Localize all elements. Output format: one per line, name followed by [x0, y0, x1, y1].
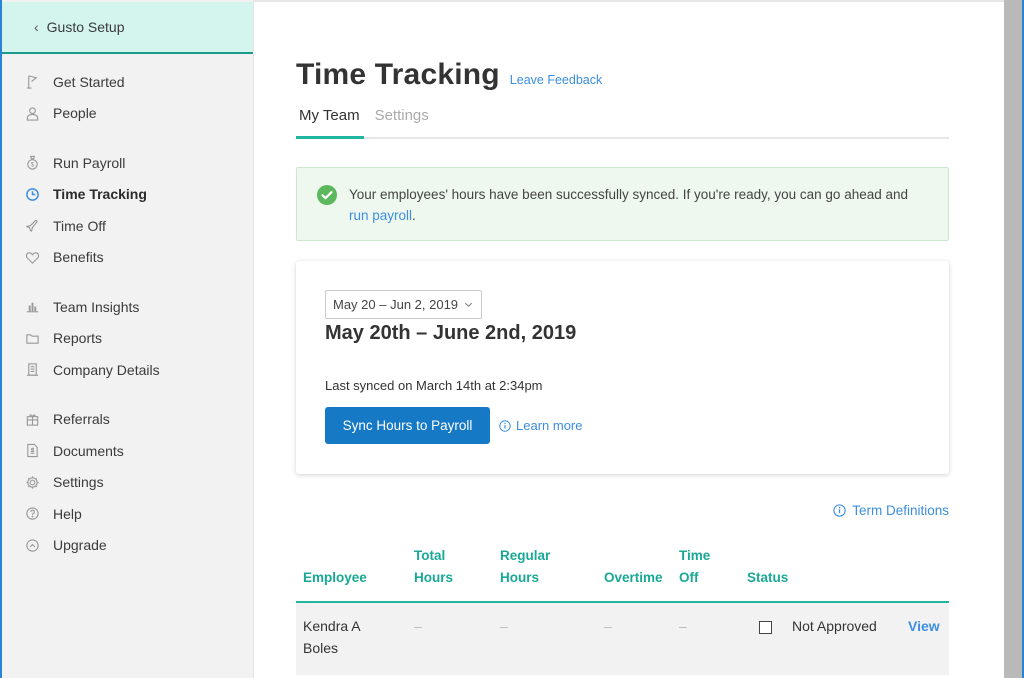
sidebar-item-documents[interactable]: Documents: [2, 435, 253, 467]
time-off-cell: –: [679, 618, 687, 634]
nav-label: Time Off: [53, 217, 106, 234]
tab-settings[interactable]: Settings: [372, 105, 433, 139]
table-row: Kendra A Boles – – – – Not Approved View: [296, 603, 949, 675]
nav-label: Reports: [53, 330, 103, 347]
col-total-hours[interactable]: Total Hours: [414, 545, 453, 589]
scrollbar[interactable]: [1004, 0, 1024, 678]
money-bag-icon: $: [24, 155, 40, 171]
nav-label: Documents: [53, 442, 124, 459]
nav-label: Upgrade: [53, 537, 107, 554]
chevron-down-icon: [465, 302, 472, 307]
nav-label: Benefits: [53, 249, 104, 266]
status-text: Not Approved: [792, 618, 877, 634]
svg-text:$: $: [30, 162, 34, 169]
page-header: Time Tracking Leave Feedback: [296, 58, 602, 92]
nav-group-3: Team Insights Reports Company Details: [2, 291, 253, 386]
run-payroll-link[interactable]: run payroll: [349, 208, 412, 223]
nav-group-1: Get Started People: [2, 66, 253, 129]
nav-group-2: $ Run Payroll Time Tracking Time Off Ben…: [2, 147, 253, 273]
overtime-cell: –: [604, 618, 612, 634]
flag-icon: [24, 74, 40, 90]
alert-text-end: .: [412, 208, 416, 223]
tab-bar: My Team Settings: [296, 105, 949, 139]
total-hours-cell: –: [414, 618, 422, 634]
sidebar-item-referrals[interactable]: Referrals: [2, 404, 253, 436]
bar-chart-icon: [24, 299, 40, 315]
nav-label: Get Started: [53, 73, 125, 90]
pay-period-select[interactable]: May 20 – Jun 2, 2019: [325, 290, 483, 319]
heart-icon: [24, 249, 40, 265]
learn-more-link[interactable]: Learn more: [499, 418, 582, 433]
nav-label: Help: [53, 505, 82, 522]
main-content: Time Tracking Leave Feedback My Team Set…: [255, 2, 1004, 678]
last-synced-text: Last synced on March 14th at 2:34pm: [325, 378, 543, 393]
col-time-off[interactable]: Time Off: [679, 545, 710, 589]
pay-period-card: May 20 – Jun 2, 2019 May 20th – June 2nd…: [296, 261, 949, 474]
employee-name: Kendra A Boles: [303, 618, 361, 656]
nav-label: Time Tracking: [53, 186, 147, 203]
sidebar-item-benefits[interactable]: Benefits: [2, 242, 253, 274]
learn-more-label: Learn more: [516, 418, 583, 433]
info-icon: [499, 419, 511, 432]
alert-message: Your employees' hours have been successf…: [349, 184, 928, 240]
sidebar-item-run-payroll[interactable]: $ Run Payroll: [2, 147, 253, 179]
sidebar-nav: Get Started People $ Run Payroll Time Tr…: [2, 54, 253, 561]
document-icon: [24, 443, 40, 459]
gear-icon: [24, 474, 40, 490]
success-check-icon: [317, 185, 337, 205]
pay-period-value: May 20 – Jun 2, 2019: [333, 297, 459, 312]
approve-checkbox[interactable]: [759, 621, 772, 634]
alert-text: Your employees' hours have been successf…: [349, 187, 909, 202]
sidebar-item-help[interactable]: Help: [2, 498, 253, 530]
view-link[interactable]: View: [908, 615, 940, 637]
nav-label: Referrals: [53, 411, 110, 428]
sidebar-item-settings[interactable]: Settings: [2, 467, 253, 499]
term-definitions-link[interactable]: Term Definitions: [833, 503, 949, 518]
clock-icon: [24, 186, 40, 202]
sync-hours-button[interactable]: Sync Hours to Payroll: [325, 407, 490, 444]
chevron-left-icon: ‹: [34, 19, 39, 35]
hours-table: Employee Total Hours Regular Hours Overtim…: [296, 546, 949, 675]
sidebar-item-time-off[interactable]: Time Off: [2, 210, 253, 242]
col-overtime[interactable]: Overtime: [604, 567, 663, 589]
nav-label: Team Insights: [53, 298, 140, 315]
back-to-gusto-setup[interactable]: ‹ Gusto Setup: [2, 2, 253, 54]
sidebar-item-time-tracking[interactable]: Time Tracking: [2, 179, 253, 211]
term-definitions-label: Term Definitions: [852, 503, 949, 518]
col-employee[interactable]: Employee: [303, 567, 367, 589]
airplane-icon: [24, 218, 40, 234]
folder-icon: [24, 330, 40, 346]
sidebar-item-upgrade[interactable]: Upgrade: [2, 530, 253, 562]
sidebar-item-company-details[interactable]: Company Details: [2, 354, 253, 386]
table-header: Employee Total Hours Regular Hours Overtim…: [296, 546, 949, 603]
person-icon: [24, 105, 40, 121]
upgrade-icon: [24, 537, 40, 553]
col-regular-hours[interactable]: Regular Hours: [500, 545, 550, 589]
sidebar: ‹ Gusto Setup Get Started People $ Run P…: [0, 0, 254, 678]
regular-hours-cell: –: [500, 618, 508, 634]
col-status[interactable]: Status: [747, 567, 788, 589]
nav-group-4: Referrals Documents Settings Help Upgrad…: [2, 404, 253, 562]
back-label: Gusto Setup: [46, 19, 125, 35]
nav-label: Company Details: [53, 361, 160, 378]
gift-icon: [24, 411, 40, 427]
info-icon: [833, 504, 846, 517]
help-icon: [24, 506, 40, 522]
nav-label: Run Payroll: [53, 154, 126, 171]
sidebar-item-get-started[interactable]: Get Started: [2, 66, 253, 98]
page-title: Time Tracking: [296, 58, 500, 91]
nav-label: People: [53, 105, 97, 122]
success-alert: Your employees' hours have been successf…: [296, 167, 949, 241]
sidebar-item-team-insights[interactable]: Team Insights: [2, 291, 253, 323]
nav-label: Settings: [53, 474, 104, 491]
tab-my-team[interactable]: My Team: [296, 105, 364, 139]
leave-feedback-link[interactable]: Leave Feedback: [510, 73, 602, 87]
building-icon: [24, 362, 40, 378]
pay-period-title: May 20th – June 2nd, 2019: [325, 322, 577, 344]
sidebar-item-people[interactable]: People: [2, 98, 253, 130]
sidebar-item-reports[interactable]: Reports: [2, 323, 253, 355]
